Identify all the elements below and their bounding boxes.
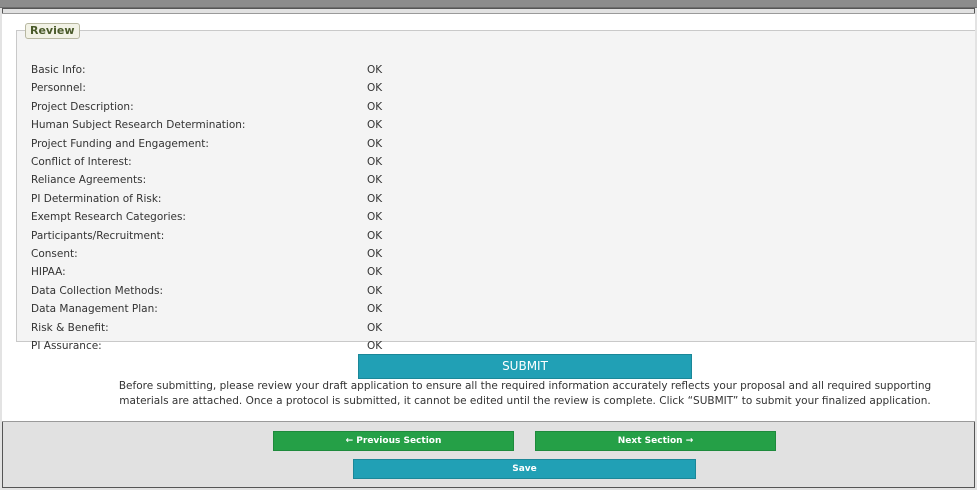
review-item-status: OK [367, 82, 383, 95]
review-item-label: HIPAA: [31, 266, 66, 279]
review-item-status: OK [367, 174, 383, 187]
arrow-left-icon: ← [345, 436, 354, 446]
review-panel: Review Basic Info: OK Personnel: OK Proj… [2, 13, 975, 422]
review-item-status: OK [367, 211, 383, 224]
review-item-status: OK [367, 192, 383, 205]
review-item-label: Exempt Research Categories: [31, 211, 186, 224]
next-section-button[interactable]: Next Section → [535, 431, 776, 451]
submit-button[interactable]: SUBMIT [358, 354, 692, 379]
review-item-label: Consent: [31, 248, 78, 260]
previous-section-label: Previous Section [356, 436, 442, 446]
review-item-status: OK [367, 266, 383, 279]
review-item-status: OK [367, 303, 383, 316]
review-item-label: PI Assurance: [31, 340, 102, 352]
review-item-status: OK [367, 119, 383, 132]
review-item-label: Reliance Agreements: [31, 174, 147, 187]
review-item-status: OK [367, 248, 383, 260]
review-item-label: Data Collection Methods: [31, 284, 164, 297]
review-item-label: Project Funding and Engagement: [31, 137, 209, 150]
review-item-status: OK [367, 137, 383, 150]
submit-instructions: Before submitting, please review your dr… [118, 380, 932, 407]
review-item-label: Human Subject Research Determination: [31, 119, 246, 132]
save-button[interactable]: Save [353, 459, 696, 479]
review-item-status: OK [367, 229, 383, 242]
review-item-status: OK [367, 64, 383, 76]
review-item-label: Risk & Benefit: [31, 321, 109, 334]
review-item-label: Conflict of Interest: [31, 156, 132, 168]
review-item-label: Basic Info: [31, 64, 86, 76]
review-legend: Review [25, 23, 80, 39]
review-item-label: Data Management Plan: [31, 303, 158, 316]
review-item-status: OK [367, 340, 383, 352]
review-item-label: Project Description: [31, 100, 134, 113]
review-item-status: OK [367, 321, 383, 334]
arrow-right-icon: → [685, 436, 694, 446]
top-bar [0, 0, 977, 8]
review-item-label: Personnel: [31, 82, 86, 95]
next-section-label: Next Section [617, 436, 683, 446]
review-item-status: OK [367, 100, 383, 113]
previous-section-button[interactable]: ← Previous Section [273, 431, 514, 451]
review-item-label: PI Determination of Risk: [31, 192, 162, 205]
review-fieldset: Review Basic Info: OK Personnel: OK Proj… [16, 23, 975, 352]
review-item-status: OK [367, 156, 383, 168]
review-item-status: OK [367, 284, 383, 297]
review-item-label: Participants/Recruitment: [31, 229, 165, 242]
